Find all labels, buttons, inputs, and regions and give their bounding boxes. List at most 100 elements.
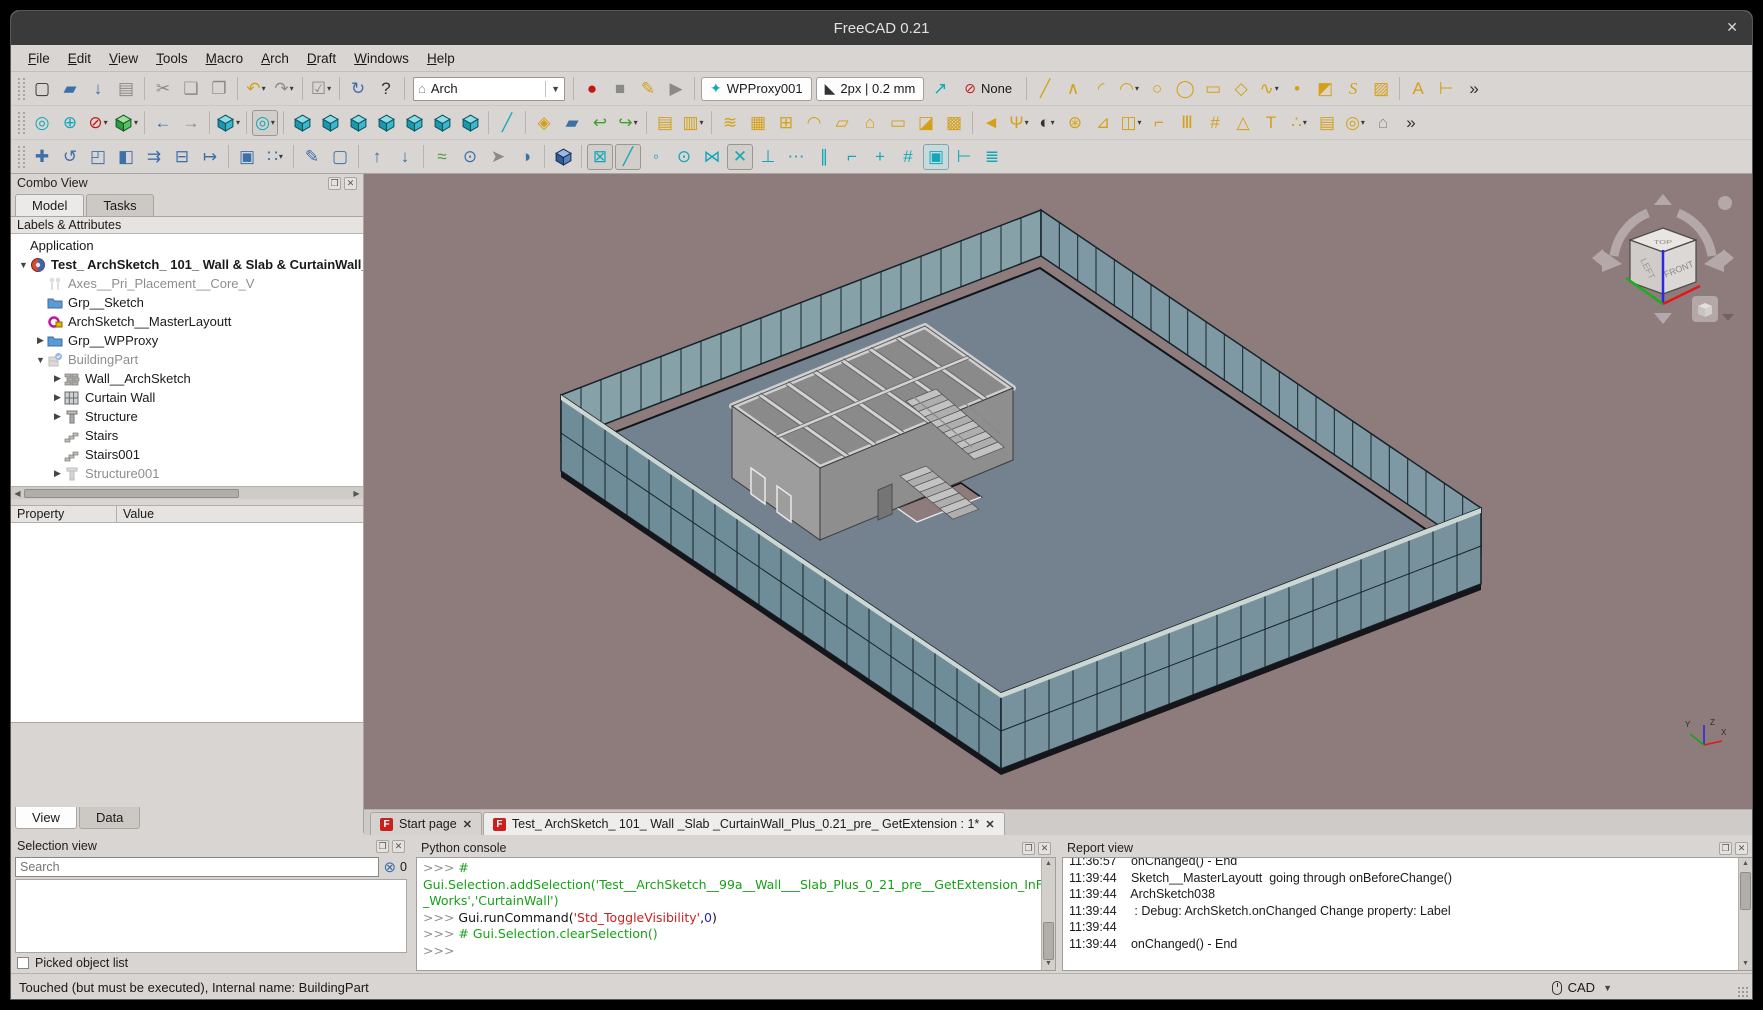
menu-draft[interactable]: Draft bbox=[298, 48, 345, 69]
draft-downgrade-button[interactable]: ↓ bbox=[392, 144, 418, 170]
arch-cube-button[interactable]: ◪ bbox=[913, 110, 939, 136]
tree-item-archsketch-masterlayoutt[interactable]: ArchSketch__MasterLayoutt bbox=[11, 312, 363, 331]
new-file-button[interactable]: ▢ bbox=[29, 76, 55, 102]
expander-icon[interactable]: ▼ bbox=[34, 355, 47, 365]
draft-trim-button[interactable]: ⊟ bbox=[169, 144, 195, 170]
view-top-button[interactable] bbox=[345, 110, 371, 136]
tree-item-structure001[interactable]: ▶ Structure001 bbox=[11, 464, 363, 483]
document-tab[interactable]: F Test_ ArchSketch_ 101_ Wall _Slab _Cur… bbox=[482, 812, 1005, 835]
constrain-distance-button[interactable]: ╱ bbox=[615, 143, 641, 170]
navigation-cube[interactable]: TOP LEFT FRONT bbox=[1588, 192, 1738, 342]
arch-add-button[interactable]: ▰ bbox=[559, 110, 585, 136]
nav-cube-menu-icon[interactable] bbox=[1722, 314, 1734, 321]
tree-item-curtain-wall[interactable]: ▶ Curtain Wall bbox=[11, 388, 363, 407]
arch-panel-button[interactable]: ▱ bbox=[829, 110, 855, 136]
toggle-grid-button[interactable]: # bbox=[895, 144, 921, 170]
draft-ellipse-button[interactable]: ◯ bbox=[1172, 76, 1198, 102]
tab-data[interactable]: Data bbox=[78, 807, 141, 829]
close-tab-icon[interactable]: ✕ bbox=[985, 818, 994, 831]
draft-circle-button[interactable]: ○ bbox=[1144, 76, 1170, 102]
close-panel-icon[interactable]: ✕ bbox=[392, 839, 405, 853]
whats-this-button[interactable]: ? bbox=[373, 76, 399, 102]
arch-pin-set-button[interactable]: Ψ ▾ bbox=[1006, 110, 1032, 136]
draft-fillet-button[interactable]: ◜ bbox=[1088, 76, 1114, 102]
macro-edit-button[interactable]: ✎ bbox=[635, 76, 661, 102]
tree-item-buildingpart[interactable]: ▼ BuildingPart bbox=[11, 350, 363, 369]
arch-section-plane-button[interactable]: ◐ ▾ bbox=[1034, 110, 1060, 136]
tab-tasks[interactable]: Tasks bbox=[86, 194, 154, 216]
copy-button[interactable]: ❏ bbox=[178, 76, 204, 102]
toolbar-grip[interactable] bbox=[18, 111, 25, 134]
expander-icon[interactable]: ▶ bbox=[51, 392, 64, 403]
tree-item-grp-sketch[interactable]: Grp__Sketch bbox=[11, 293, 363, 312]
expander-icon[interactable]: ▶ bbox=[51, 468, 64, 479]
flip-dimension-button[interactable]: ≈ bbox=[429, 144, 455, 170]
print-button[interactable]: ▤ bbox=[113, 76, 139, 102]
draft-shapestring-button[interactable]: S bbox=[1340, 76, 1366, 102]
arch-structure-button[interactable]: ▥ ▾ bbox=[680, 110, 706, 136]
tab-model[interactable]: Model bbox=[15, 194, 85, 216]
draft-upgrade-button[interactable]: ↑ bbox=[364, 144, 390, 170]
python-console-output[interactable]: >>> # Gui.Selection.addSelection('Test__A… bbox=[416, 857, 1056, 971]
dimension-display-button[interactable]: ⊢ bbox=[951, 144, 977, 170]
arch-door-button[interactable]: ◫ ▾ bbox=[1118, 110, 1144, 136]
tree-item-stairs001[interactable]: Stairs001 bbox=[11, 445, 363, 464]
value-column-header[interactable]: Value bbox=[117, 506, 160, 522]
redo-button[interactable]: ↷ ▾ bbox=[271, 76, 297, 102]
menu-tools[interactable]: Tools bbox=[147, 48, 197, 69]
nav-back-button[interactable]: ← bbox=[150, 110, 176, 136]
draft-subelement-button[interactable]: ▢ bbox=[327, 144, 353, 170]
draft-rotate-button[interactable]: ↺ bbox=[57, 144, 83, 170]
tree-item-structure[interactable]: ▶ Structure bbox=[11, 407, 363, 426]
menu-file[interactable]: File bbox=[19, 48, 59, 69]
view-sync-button[interactable]: ◎ ▾ bbox=[252, 109, 278, 136]
paste-button[interactable]: ❐ bbox=[206, 76, 232, 102]
resize-grip[interactable] bbox=[1737, 986, 1749, 998]
undock-icon[interactable]: ❐ bbox=[1022, 841, 1035, 855]
draft-text-button[interactable]: A bbox=[1405, 76, 1431, 102]
tree-horizontal-scrollbar[interactable]: ◀ ▶ bbox=[11, 486, 363, 499]
toolbar-grip[interactable] bbox=[18, 145, 25, 168]
expander-icon[interactable]: ▶ bbox=[51, 411, 64, 422]
arch-marker-button[interactable]: ◄ bbox=[978, 110, 1004, 136]
working-plane-proxy-button[interactable]: ✦ WPProxy001 bbox=[701, 76, 812, 101]
autogroup-none-button[interactable]: ⊘ None bbox=[956, 77, 1020, 101]
arch-fence-button[interactable]: # bbox=[1202, 110, 1228, 136]
arch-beam-button[interactable]: T bbox=[1258, 110, 1284, 136]
draft-facebinder-button[interactable]: ◩ bbox=[1312, 76, 1338, 102]
undo-button[interactable]: ↶ ▾ bbox=[243, 76, 269, 102]
arch-space-button[interactable]: ∴ ▾ bbox=[1286, 110, 1312, 136]
menu-macro[interactable]: Macro bbox=[197, 48, 253, 69]
expander-icon[interactable]: ▶ bbox=[34, 335, 47, 346]
clipping-plane-button[interactable]: ⊘ ▾ bbox=[85, 110, 111, 136]
draft-bspline-button[interactable]: ∿ ▾ bbox=[1256, 76, 1282, 102]
autogroup-arrow-button[interactable]: ↗ bbox=[927, 76, 953, 102]
document-tab[interactable]: F Start page ✕ bbox=[370, 812, 482, 835]
toolbar-grip[interactable] bbox=[18, 77, 25, 100]
view-axonometric-button[interactable] bbox=[289, 110, 315, 136]
report-view-scrollbar[interactable]: ▲ ▼ bbox=[1738, 858, 1752, 970]
draft-mirror-button[interactable]: ◧ bbox=[113, 144, 139, 170]
arch-building-button[interactable]: ⌂ bbox=[1370, 110, 1396, 136]
draft-edit-button[interactable]: ✎ bbox=[299, 144, 325, 170]
constrain-equal-button[interactable]: ✕ bbox=[727, 143, 753, 170]
refresh-button[interactable]: ↻ bbox=[345, 76, 371, 102]
property-column-header[interactable]: Property bbox=[11, 506, 117, 522]
view-front-button[interactable] bbox=[317, 110, 343, 136]
menu-arch[interactable]: Arch bbox=[252, 48, 298, 69]
arch-reference-out-button[interactable]: ↪ ▾ bbox=[615, 110, 641, 136]
arch-house-button[interactable]: ⌂ bbox=[857, 110, 883, 136]
arch-frame-button[interactable]: ⌐ bbox=[1146, 110, 1172, 136]
picked-object-list-checkbox[interactable] bbox=[17, 957, 29, 969]
scroll-right-icon[interactable]: ▶ bbox=[350, 489, 363, 498]
tree-item-axes-pri-placement-core-v[interactable]: Axes__Pri_Placement__Core_V bbox=[11, 274, 363, 293]
draw-style-button[interactable]: ▾ bbox=[113, 110, 139, 136]
grid-settings-button[interactable]: ≣ bbox=[979, 144, 1005, 170]
constrain-perpendicular-button[interactable]: ⊥ bbox=[755, 144, 781, 170]
expander-icon[interactable]: ▼ bbox=[17, 260, 30, 270]
zoom-selection-button[interactable]: ⊕ bbox=[57, 110, 83, 136]
undock-icon[interactable]: ❐ bbox=[1719, 841, 1732, 855]
draft-dimension-button[interactable]: ⊢ bbox=[1433, 76, 1459, 102]
view-rear-button[interactable] bbox=[401, 110, 427, 136]
arch-frame-window-button[interactable]: ▭ bbox=[885, 110, 911, 136]
